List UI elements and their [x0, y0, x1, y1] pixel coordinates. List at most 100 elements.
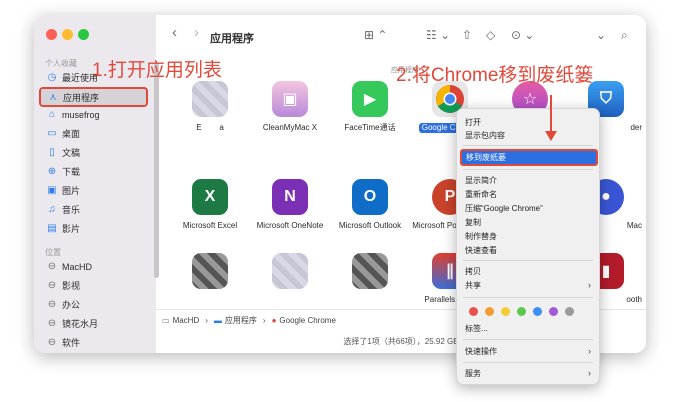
app-icon	[272, 253, 308, 289]
zoom-button[interactable]	[78, 29, 89, 40]
menu-separator	[463, 145, 593, 146]
app-icon	[192, 253, 228, 289]
menu-item-compress[interactable]: 压缩“Google Chrome”	[465, 203, 543, 214]
menu-item-tags[interactable]: 标签...	[465, 323, 488, 334]
sidebar-location-software[interactable]: ⊖ 软件	[40, 334, 150, 351]
onenote-icon: N	[272, 179, 308, 215]
sidebar-item-applications[interactable]: ⋏ 应用程序	[39, 87, 148, 107]
menu-item-quick-look[interactable]: 快速查看	[465, 245, 497, 256]
tag-color-orange[interactable]	[485, 307, 494, 316]
status-text: 选择了1项（共66项），25.92 GB	[343, 336, 459, 346]
context-menu: 打开 显示包内容 移到废纸篓 显示简介 重新命名 压缩“Google Chrom…	[456, 108, 600, 385]
tag-color-grey[interactable]	[565, 307, 574, 316]
menu-item-services[interactable]: 服务	[465, 368, 481, 379]
toolbar: ‹ › 应用程序 ⊞ ⌃ ☷ ⌄ ⇧ ◇ ⊙ ⌄ ⌄ ⌕	[156, 15, 646, 59]
window-title: 应用程序	[210, 33, 254, 45]
group-icon[interactable]: ☷ ⌄	[426, 28, 450, 42]
app-item-outlook[interactable]: O Microsoft Outlook	[330, 179, 410, 231]
path-separator: ›	[205, 315, 208, 325]
chevron-right-icon: ›	[588, 346, 591, 356]
chevron-right-icon: ›	[588, 280, 591, 290]
sidebar-item-downloads[interactable]: ⊕ 下载	[40, 163, 150, 180]
path-item-applications[interactable]: 应用程序	[225, 315, 257, 326]
annotation-arrow-head	[545, 131, 557, 141]
favorites-header: 个人收藏	[45, 59, 77, 68]
menu-item-share[interactable]: 共享	[465, 280, 593, 291]
search-icon[interactable]: ⌕	[621, 28, 628, 43]
outlook-icon: O	[352, 179, 388, 215]
sidebar-item-movies[interactable]: ▤ 影片	[40, 220, 150, 237]
tag-color-red[interactable]	[469, 307, 478, 316]
sidebar-location-mirror[interactable]: ⊖ 镜花水月	[40, 315, 150, 332]
excel-icon: X	[192, 179, 228, 215]
tag-color-yellow[interactable]	[501, 307, 510, 316]
app-item-blurred[interactable]	[170, 253, 250, 289]
sidebar-item-desktop[interactable]: ▭ 桌面	[40, 125, 150, 142]
sidebar-location-machd[interactable]: ⊖ MacHD	[40, 258, 150, 275]
app-item-blurred[interactable]	[250, 253, 330, 289]
menu-separator	[463, 169, 593, 170]
cleanmymac-icon: ▣	[272, 81, 308, 117]
menu-separator	[463, 297, 593, 298]
path-item-machd[interactable]: MacHD	[173, 316, 200, 325]
app-item-blurred[interactable]: E a	[170, 81, 250, 133]
disk-icon: ⊖	[47, 299, 57, 310]
path-item-chrome[interactable]: Google Chrome	[279, 316, 335, 325]
app-item-facetime[interactable]: ▶ FaceTime通话	[330, 81, 410, 133]
menu-item-quick-actions[interactable]: 快速操作	[465, 346, 497, 357]
disk-icon: ⊖	[47, 318, 57, 329]
home-icon: ⌂	[48, 109, 56, 120]
share-icon[interactable]: ⇧	[462, 28, 472, 42]
annotation-step2: 2.将Chrome移到废纸篓	[396, 65, 594, 86]
tag-color-purple[interactable]	[549, 307, 558, 316]
disk-icon: ⊖	[47, 261, 57, 272]
tag-color-green[interactable]	[517, 307, 526, 316]
app-icon	[352, 253, 388, 289]
minimize-button[interactable]	[62, 29, 73, 40]
app-item-cleanmymac[interactable]: ▣ CleanMyMac X	[250, 81, 330, 133]
tag-color-blue[interactable]	[533, 307, 542, 316]
app-item-onenote[interactable]: N Microsoft OneNote	[250, 179, 330, 231]
menu-item-copy[interactable]: 拷贝	[465, 266, 481, 277]
clock-icon: ◷	[47, 72, 57, 83]
chevron-right-icon: ›	[588, 368, 591, 378]
music-icon: ♫	[48, 204, 56, 215]
menu-item-duplicate[interactable]: 复制	[465, 217, 481, 228]
menu-item-open[interactable]: 打开	[465, 117, 481, 128]
document-icon: ▯	[49, 147, 55, 158]
sidebar-item-pictures[interactable]: ▣ 图片	[40, 182, 150, 199]
menu-item-get-info[interactable]: 显示简介	[465, 175, 497, 186]
disk-icon: ⊖	[47, 337, 57, 348]
menu-separator	[463, 362, 593, 363]
path-separator: ›	[262, 315, 266, 325]
chrome-icon: ●	[271, 315, 277, 325]
apps-icon: ⋏	[49, 91, 57, 103]
menu-item-show-package[interactable]: 显示包内容	[465, 130, 505, 141]
more-icon[interactable]: ⊙ ⌄	[511, 28, 534, 42]
app-item-blurred[interactable]	[330, 253, 410, 289]
back-button[interactable]: ‹	[172, 24, 177, 41]
app-icon	[192, 81, 228, 117]
forward-button[interactable]: ›	[194, 24, 199, 41]
photo-icon: ▣	[47, 185, 57, 196]
app-item-excel[interactable]: X Microsoft Excel	[170, 179, 250, 231]
sidebar-item-music[interactable]: ♫ 音乐	[40, 201, 150, 218]
sidebar-item-documents[interactable]: ▯ 文稿	[40, 144, 150, 161]
desktop-icon: ▭	[47, 128, 57, 139]
close-button[interactable]	[46, 29, 57, 40]
menu-item-make-alias[interactable]: 制作替身	[465, 231, 497, 242]
menu-item-rename[interactable]: 重新命名	[465, 189, 497, 200]
menu-separator	[463, 260, 593, 261]
disk-icon: ▭	[162, 315, 170, 325]
download-icon: ⊕	[47, 166, 57, 177]
sidebar-item-home[interactable]: ⌂ musefrog	[40, 106, 150, 123]
menu-item-move-to-trash[interactable]: 移到废纸篓	[460, 149, 598, 166]
grid-view-icon[interactable]: ⊞ ⌃	[364, 28, 387, 42]
chevron-down-icon[interactable]: ⌄	[596, 28, 606, 42]
sidebar-location-office[interactable]: ⊖ 办公	[40, 296, 150, 313]
tag-icon[interactable]: ◇	[486, 28, 495, 42]
sidebar-location-video[interactable]: ⊖ 影视	[40, 277, 150, 294]
annotation-step1: 1.打开应用列表	[92, 60, 222, 81]
folder-icon: ▬	[213, 315, 222, 325]
disk-icon: ⊖	[47, 280, 57, 291]
